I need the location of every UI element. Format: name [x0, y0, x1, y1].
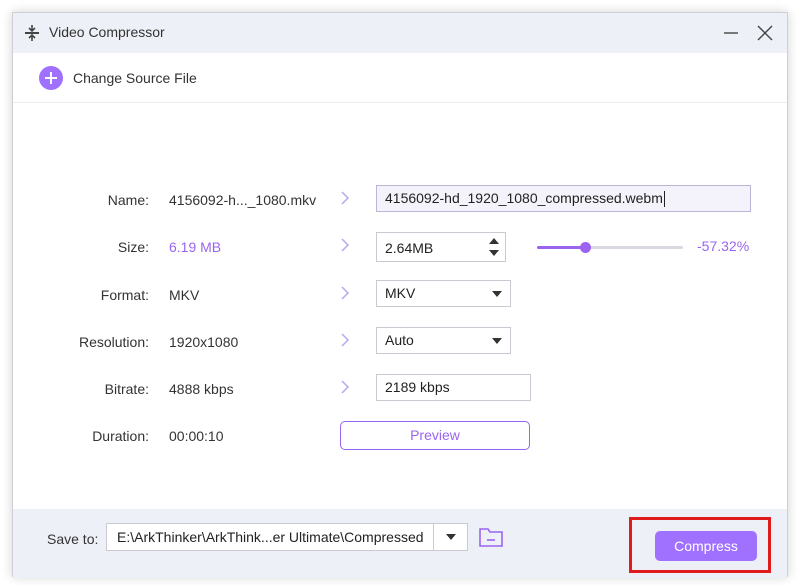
minimize-icon[interactable] [721, 23, 741, 43]
format-select[interactable]: MKV [376, 280, 511, 307]
save-to-label: Save to: [47, 531, 99, 547]
chevron-right-icon [341, 191, 350, 205]
chevron-right-icon [341, 286, 350, 300]
size-reduction-percent: -57.32% [697, 238, 750, 254]
format-select-value: MKV [385, 285, 416, 301]
chevron-right-icon [341, 333, 350, 347]
bitrate-input-text: 2189 kbps [385, 379, 450, 395]
resolution-select[interactable]: Auto [376, 327, 511, 354]
dropdown-arrow-icon [446, 534, 456, 540]
save-path-select[interactable]: E:\ArkThinker\ArkThink...er Ultimate\Com… [106, 523, 468, 551]
title-bar: Video Compressor [13, 13, 787, 53]
resolution-label: Resolution: [78, 334, 149, 350]
close-icon[interactable] [755, 23, 775, 43]
change-source-file-button[interactable]: Change Source File [39, 65, 197, 91]
text-caret [663, 191, 665, 208]
original-duration-value: 00:00:10 [169, 428, 224, 444]
output-size-stepper[interactable]: 2.64MB [376, 232, 506, 262]
output-size-text: 2.64MB [385, 240, 434, 256]
compress-icon [25, 25, 39, 41]
name-label: Name: [107, 192, 149, 208]
original-name-value: 4156092-h..._1080.mkv [169, 192, 317, 208]
stepper-down-icon[interactable] [489, 250, 499, 256]
video-compressor-window: Video Compressor Change Source File Name… [12, 12, 788, 578]
original-resolution-value: 1920x1080 [169, 334, 239, 350]
size-stepper-arrows [489, 237, 501, 259]
compress-button[interactable]: Compress [655, 531, 757, 561]
source-bar: Change Source File [13, 53, 787, 103]
dropdown-arrow-icon [492, 338, 502, 344]
size-label: Size: [117, 239, 149, 255]
output-name-text: 4156092-hd_1920_1080_compressed.webm [385, 190, 663, 206]
change-source-file-label: Change Source File [73, 70, 197, 86]
save-path-text: E:\ArkThinker\ArkThink...er Ultimate\Com… [117, 529, 424, 545]
dropdown-arrow-icon [492, 291, 502, 297]
original-bitrate-value: 4888 kbps [169, 381, 234, 397]
slider-handle[interactable] [580, 242, 592, 253]
chevron-right-icon [341, 380, 350, 394]
resolution-select-value: Auto [385, 332, 414, 348]
output-name-input[interactable]: 4156092-hd_1920_1080_compressed.webm [376, 185, 751, 212]
original-format-value: MKV [169, 287, 200, 303]
slider-fill [537, 246, 586, 249]
duration-label: Duration: [92, 428, 149, 444]
plus-circle-icon [39, 66, 63, 90]
bitrate-input[interactable]: 2189 kbps [376, 374, 531, 401]
footer-bar: Save to: E:\ArkThinker\ArkThink...er Ult… [13, 509, 787, 578]
bitrate-label: Bitrate: [104, 381, 149, 397]
chevron-right-icon [341, 238, 350, 252]
preview-button[interactable]: Preview [340, 421, 530, 450]
original-size-value: 6.19 MB [169, 239, 222, 255]
folder-icon[interactable] [479, 526, 503, 548]
stepper-up-icon[interactable] [489, 238, 499, 244]
size-slider[interactable] [537, 240, 683, 254]
format-label: Format: [100, 287, 149, 303]
window-title: Video Compressor [49, 24, 165, 40]
save-path-dropdown-button[interactable] [433, 523, 468, 551]
